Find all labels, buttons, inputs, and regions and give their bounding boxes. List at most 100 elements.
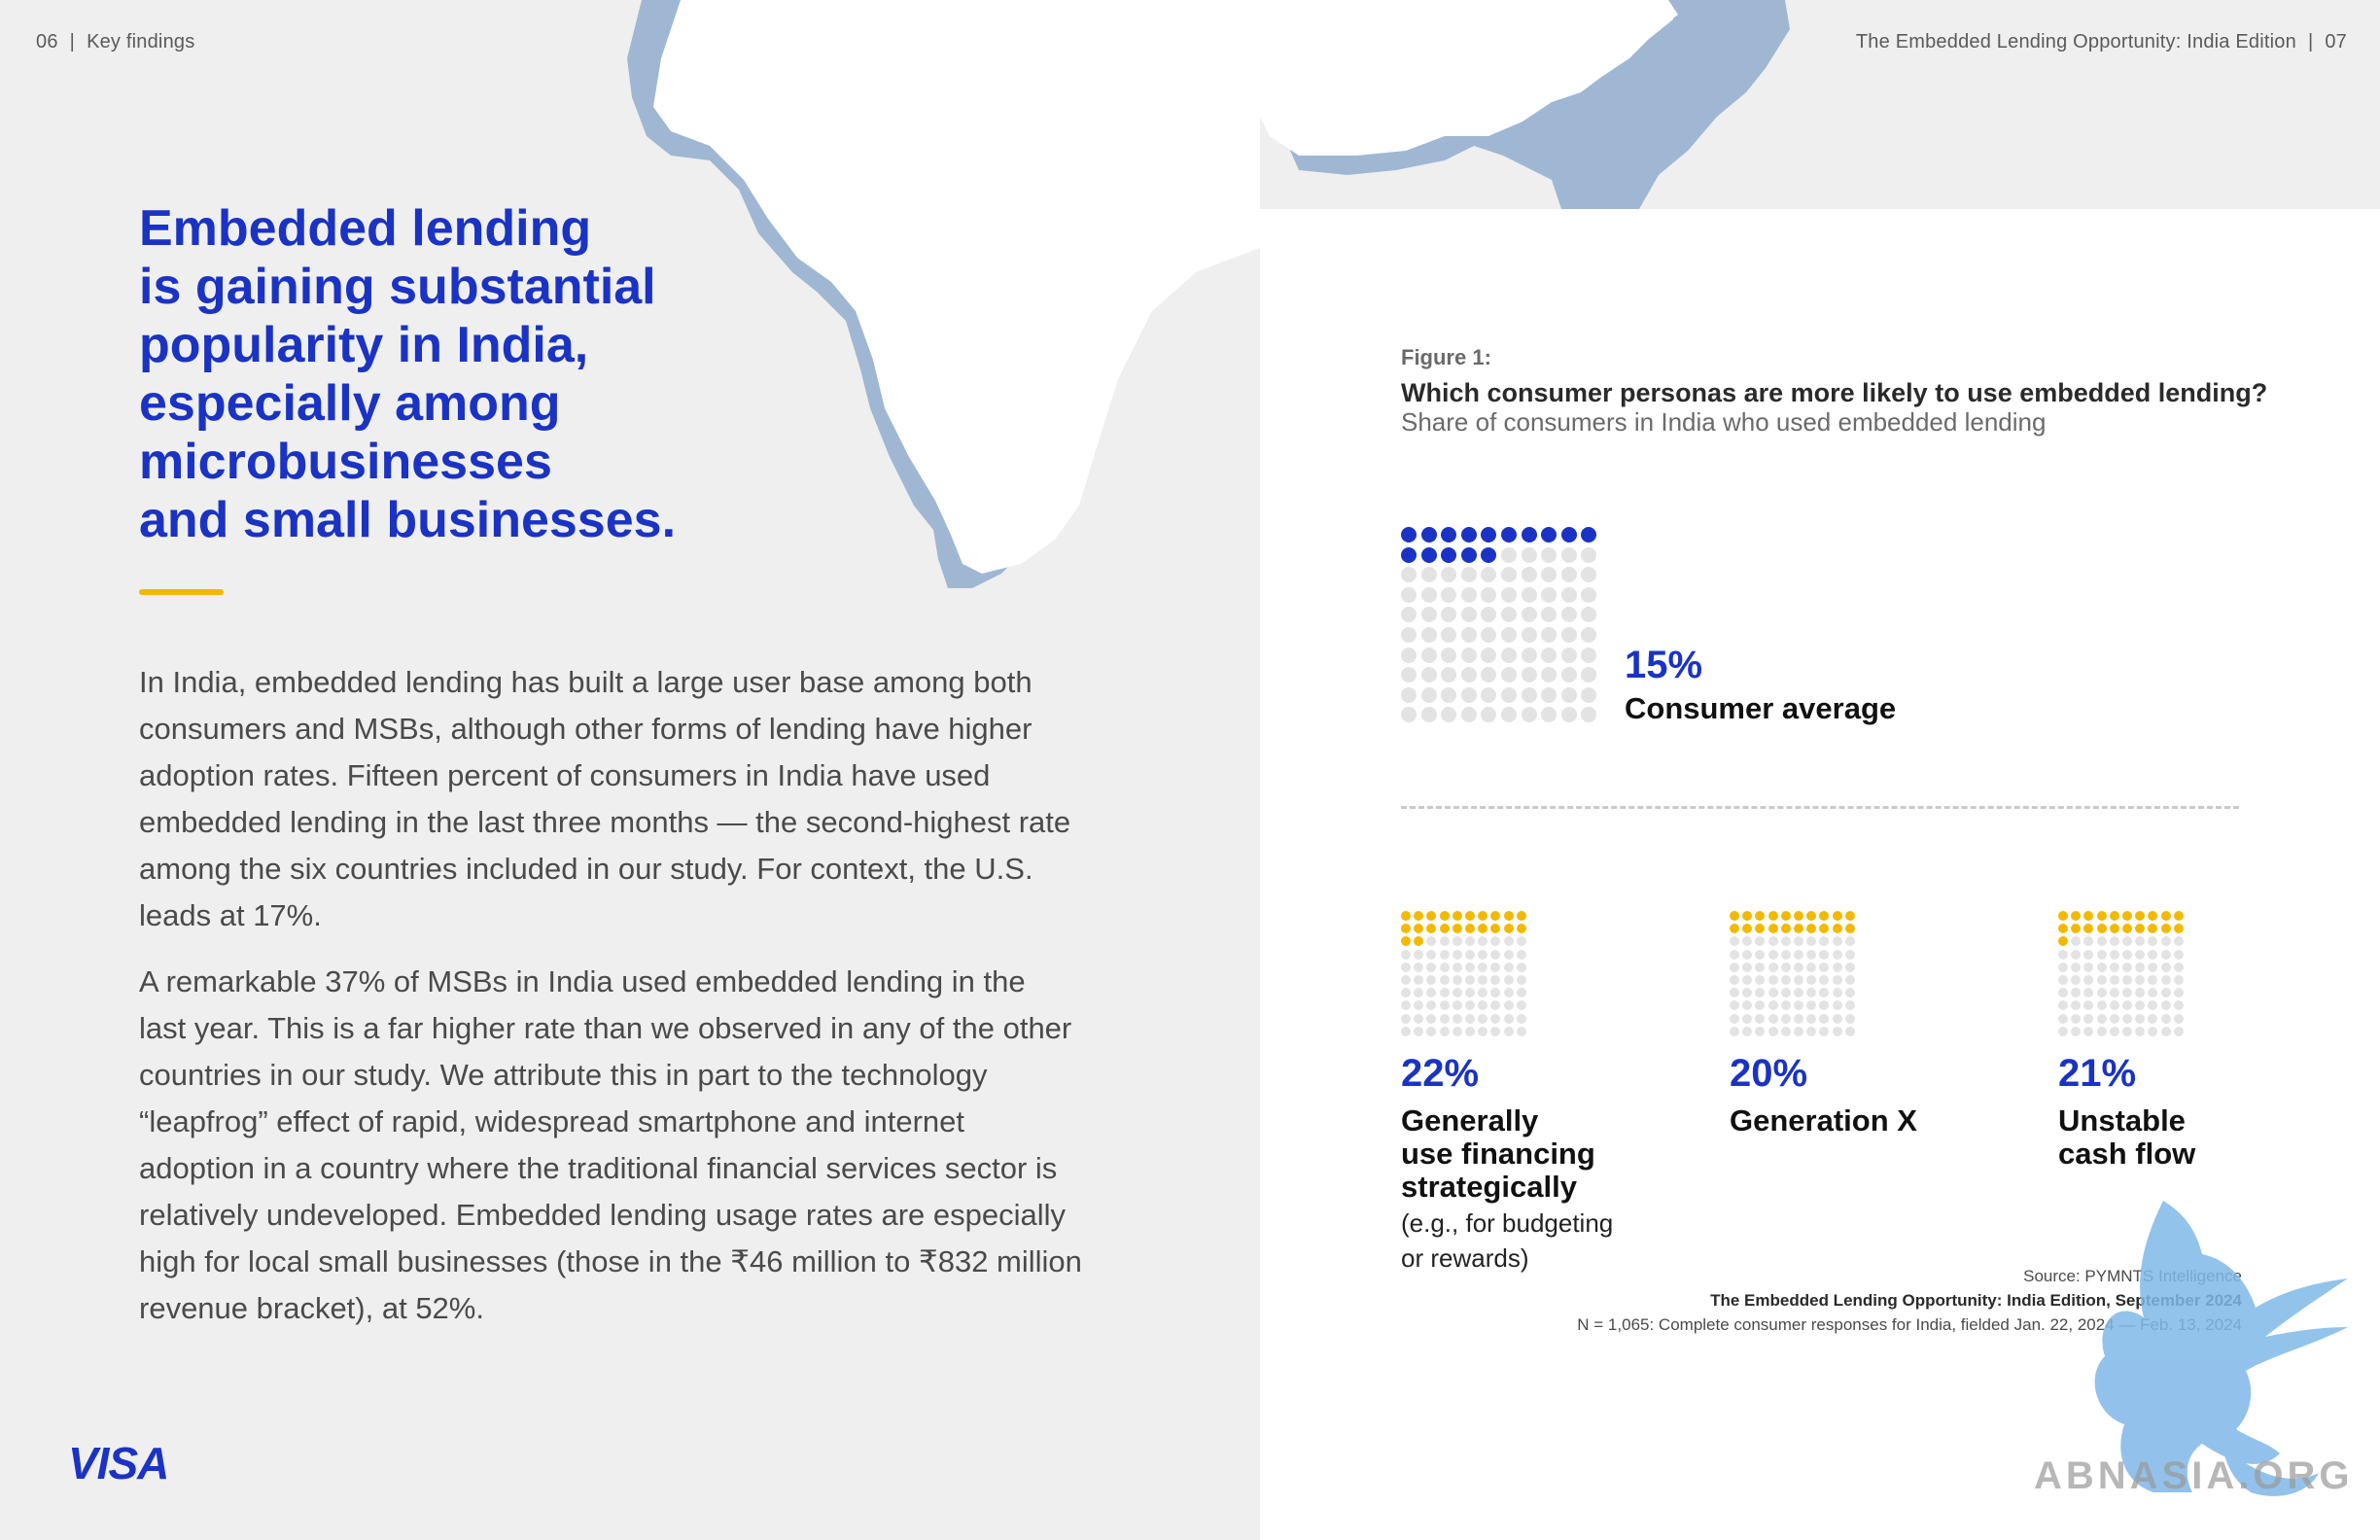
waffle-dot-empty [1560,647,1577,663]
waffle-dot-empty [2058,975,2068,985]
waffle-dot-empty [1478,1013,1488,1024]
waffle-dot-empty [1768,962,1778,972]
waffle-dot-filled [1819,911,1830,921]
waffle-dot-filled [2122,911,2132,921]
waffle-dot-empty [1426,1026,1437,1036]
waffle-dot-empty [1503,1000,1514,1011]
waffle-dot-filled [1490,924,1501,934]
waffle-dot-empty [1521,627,1537,643]
waffle-dot-empty [1516,1013,1526,1024]
waffle-dot-filled [2058,911,2068,921]
waffle-dot-filled [2096,924,2107,934]
waffle-dot-empty [1832,962,1842,972]
waffle-dot-empty [1501,546,1517,563]
waffle-dot-empty [1844,1026,1855,1036]
waffle-dot-empty [1420,586,1437,603]
waffle-dot-empty [1742,936,1753,947]
waffle-dot-empty [1465,1026,1475,1036]
waffle-dot-empty [1478,975,1488,985]
waffle-dot-empty [1426,975,1437,985]
waffle-dot-empty [1560,546,1577,563]
waffle-dot-filled [1478,911,1488,921]
waffle-dot-filled [1806,924,1817,934]
waffle-dot-empty [1541,647,1558,663]
waffle-dot-empty [2148,1026,2158,1036]
waffle-dot-empty [1420,627,1437,643]
waffle-dot-empty [1521,607,1537,623]
waffle-dot-empty [1768,1013,1778,1024]
waffle-dot-empty [2096,1026,2107,1036]
waffle-dot-empty [1794,975,1803,985]
waffle-dot-filled [2058,936,2068,947]
waffle-dot-empty [2122,1000,2132,1011]
waffle-dot-empty [2083,962,2094,972]
waffle-dot-empty [1844,1013,1855,1024]
waffle-dot-empty [1755,936,1766,947]
waffle-dot-filled [2109,911,2119,921]
waffle-dot-empty [1401,1026,1411,1036]
waffle-dot-empty [2173,949,2184,960]
waffle-dot-empty [1832,1026,1842,1036]
waffle-dot-empty [1439,949,1450,960]
waffle-dot-empty [1401,949,1411,960]
waffle-dot-empty [1460,607,1477,623]
waffle-dot-empty [2109,1013,2119,1024]
waffle-dot-filled [1560,527,1577,542]
waffle-dot-empty [1420,686,1437,703]
waffle-dot-empty [2122,1026,2132,1036]
waffle-dot-empty [1794,962,1803,972]
waffle-dot-empty [2096,949,2107,960]
waffle-dot-filled [1420,546,1437,563]
waffle-dot-empty [1516,949,1526,960]
waffle-dot-empty [1819,975,1830,985]
waffle-dot-empty [1503,1026,1514,1036]
waffle-dot-empty [1730,975,1739,985]
waffle-dot-empty [1755,1026,1766,1036]
waffle-dot-filled [1426,924,1437,934]
waffle-dot-filled [1730,911,1739,921]
waffle-dot-empty [2109,988,2119,998]
waffle-dot-filled [1439,911,1450,921]
waffle-dot-empty [1441,567,1457,583]
waffle-dot-filled [1401,527,1417,542]
waffle-dot-empty [1490,962,1501,972]
waffle-dot-empty [1503,1013,1514,1024]
waffle-dot-empty [1420,647,1437,663]
waffle-dot-empty [1730,1026,1739,1036]
waffle-dot-empty [2122,949,2132,960]
waffle-dot-empty [2122,1013,2132,1024]
waffle-dot-filled [1501,527,1517,542]
waffle-dot-empty [1819,949,1830,960]
waffle-dot-empty [1441,647,1457,663]
waffle-dot-empty [1503,962,1514,972]
waffle-dot-empty [1503,988,1514,998]
waffle-dot-empty [1452,1000,1462,1011]
waffle-dot-empty [1755,949,1766,960]
waffle-dot-empty [1560,567,1577,583]
waffle-dot-empty [1521,707,1537,723]
yellow-accent-rule [139,589,224,595]
waffle-dot-empty [2160,988,2171,998]
waffle-dot-empty [1414,975,1424,985]
waffle-dot-empty [1501,686,1517,703]
waffle-dot-filled [1460,527,1477,542]
waffle-dot-empty [1516,988,1526,998]
waffle-dot-empty [1460,647,1477,663]
waffle-dot-empty [1742,1000,1753,1011]
waffle-dot-empty [1560,667,1577,683]
waffle-dot-empty [1541,586,1558,603]
waffle-dot-empty [2083,988,2094,998]
waffle-dot-empty [1401,988,1411,998]
waffle-dot-empty [2071,1000,2082,1011]
waffle-dot-empty [1581,667,1597,683]
waffle-dot-empty [2148,1000,2158,1011]
waffle-dot-empty [1503,949,1514,960]
waffle-dot-empty [1768,988,1778,998]
waffle-dot-empty [1730,936,1739,947]
waffle-dot-empty [1481,586,1497,603]
persona-3-label: Unstable cash flow [2058,1103,2196,1171]
right-running-head: The Embedded Lending Opportunity: India … [1855,31,2347,52]
waffle-dot-empty [2135,975,2146,985]
waffle-dot-empty [1780,1026,1791,1036]
waffle-dot-filled [2109,924,2119,934]
